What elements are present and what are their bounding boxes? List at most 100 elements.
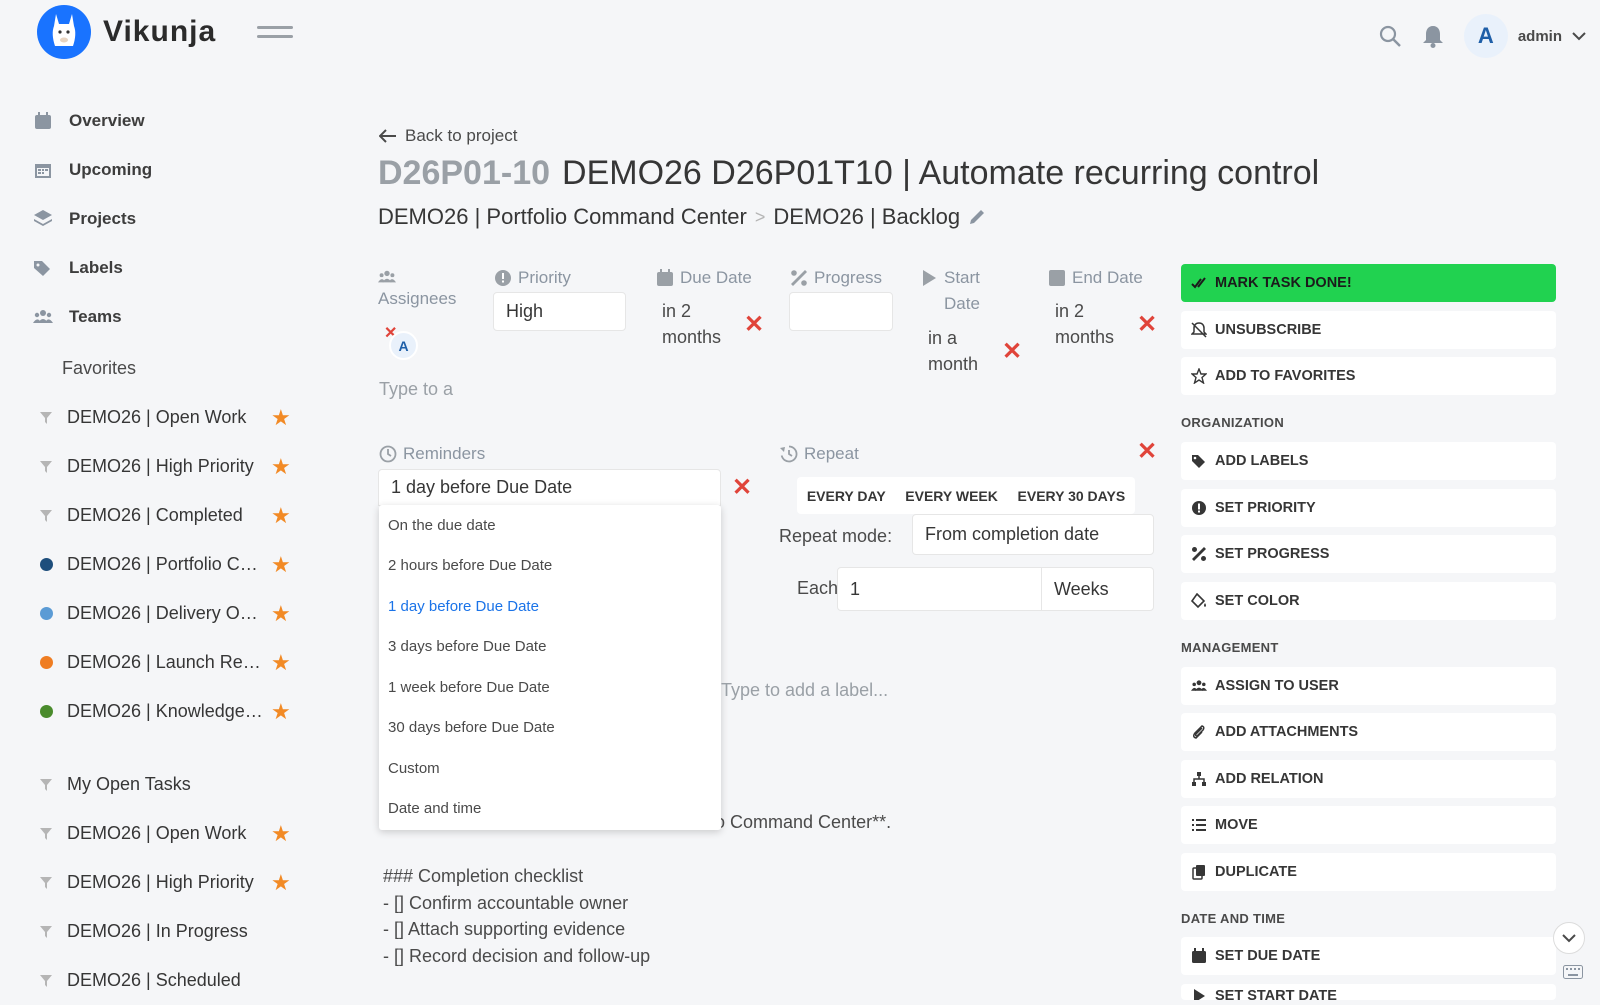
reminder-option[interactable]: 1 day before Due Date: [379, 586, 721, 627]
unsubscribe-button[interactable]: UNSUBSCRIBE: [1181, 311, 1556, 349]
scroll-down-button[interactable]: [1553, 922, 1585, 954]
label-search-input[interactable]: Type to add a label...: [721, 680, 888, 701]
search-icon[interactable]: [1378, 24, 1402, 48]
set-start-date-button[interactable]: SET START DATE: [1181, 984, 1556, 1000]
star-icon[interactable]: ★: [271, 405, 291, 431]
add-relation-button[interactable]: ADD RELATION: [1181, 760, 1556, 798]
breadcrumb-parent-project[interactable]: DEMO26 | Portfolio Command Center: [378, 204, 747, 230]
set-priority-button[interactable]: SET PRIORITY: [1181, 489, 1556, 527]
tags-icon: [34, 260, 50, 276]
star-icon[interactable]: ★: [271, 454, 291, 480]
project-color-dot: [39, 558, 53, 571]
priority-select[interactable]: High: [493, 292, 626, 331]
reminder-option[interactable]: 2 hours before Due Date: [379, 546, 721, 587]
add-labels-button[interactable]: ADD LABELS: [1181, 442, 1556, 480]
sidebar-item-teams[interactable]: Teams: [33, 292, 303, 341]
users-icon: [1191, 680, 1207, 691]
due-date-value[interactable]: in 2 months: [662, 298, 736, 350]
project-color-dot: [39, 558, 53, 572]
sidebar-item-label: DEMO26 | Portfolio Command Center: [67, 554, 263, 574]
sidebar-item-favorite[interactable]: DEMO26 | Launch Readiness ★: [33, 638, 303, 687]
sidebar-item-saved-filter[interactable]: DEMO26 | High Priority ★: [33, 858, 303, 907]
filter-icon: [39, 460, 53, 474]
star-icon[interactable]: ★: [271, 503, 291, 529]
sidebar-item-saved-filter[interactable]: DEMO26 | Scheduled: [33, 956, 303, 1005]
bell-slash-icon: [1191, 322, 1207, 338]
set-progress-button[interactable]: SET PROGRESS: [1181, 535, 1556, 573]
star-icon[interactable]: ★: [271, 821, 291, 847]
arrow-left-icon: [379, 129, 396, 143]
add-to-favorites-button[interactable]: ADD TO FAVORITES: [1181, 357, 1556, 395]
stop-square-icon: [1049, 270, 1065, 286]
sidebar-item-favorite[interactable]: DEMO26 | Completed ★: [33, 491, 303, 540]
clear-start-date-icon[interactable]: ✕: [1002, 340, 1022, 364]
sidebar-item-label: DEMO26 | High Priority: [67, 456, 254, 476]
sidebar-item-saved-filter[interactable]: DEMO26 | Open Work ★: [33, 809, 303, 858]
reminder-option[interactable]: 1 week before Due Date: [379, 667, 721, 708]
project-color-dot: [39, 656, 53, 669]
sidebar-item-favorite[interactable]: DEMO26 | Portfolio Command Center ★: [33, 540, 303, 589]
clear-due-date-icon[interactable]: ✕: [744, 313, 764, 337]
sidebar-item-favorite[interactable]: DEMO26 | Open Work ★: [33, 393, 303, 442]
reminder-select[interactable]: 1 day before Due Date: [378, 469, 721, 506]
user-menu[interactable]: A admin: [1463, 14, 1586, 58]
remove-reminder-icon[interactable]: ✕: [732, 476, 752, 500]
move-button[interactable]: MOVE: [1181, 806, 1556, 844]
description-heading: ### Completion checklist: [383, 866, 584, 886]
keyboard-shortcuts-icon[interactable]: [1563, 965, 1583, 984]
star-icon[interactable]: ★: [271, 870, 291, 896]
description[interactable]: ### Completion checklist - [] Confirm ac…: [383, 863, 650, 969]
reminder-option[interactable]: Custom: [379, 748, 721, 789]
app-logo[interactable]: Vikunja: [37, 5, 216, 59]
mark-task-done-button[interactable]: MARK TASK DONE!: [1181, 264, 1556, 302]
star-icon[interactable]: ★: [271, 699, 291, 725]
reminder-option[interactable]: 30 days before Due Date: [379, 708, 721, 749]
pencil-icon[interactable]: [968, 208, 986, 226]
sitemap-icon: [1192, 772, 1206, 786]
star-icon[interactable]: ★: [271, 601, 291, 627]
sidebar-item-upcoming[interactable]: Upcoming: [33, 145, 303, 194]
play-icon: [1194, 989, 1205, 1000]
start-date-value[interactable]: in a month: [928, 325, 998, 377]
sidebar-item-saved-filter[interactable]: DEMO26 | In Progress: [33, 907, 303, 956]
task-identifier: D26P01-10: [378, 154, 551, 192]
repeat-amount-input[interactable]: 1: [837, 567, 1042, 611]
back-to-project-link[interactable]: Back to project: [379, 126, 517, 146]
repeat-presets: EVERY DAY EVERY WEEK EVERY 30 DAYS: [797, 477, 1135, 514]
clear-repeat-icon[interactable]: ✕: [1137, 440, 1157, 464]
assign-to-user-button[interactable]: ASSIGN TO USER: [1181, 667, 1556, 705]
star-icon[interactable]: ★: [271, 552, 291, 578]
clear-end-date-icon[interactable]: ✕: [1137, 313, 1157, 337]
menu-toggle-icon[interactable]: [257, 26, 293, 44]
assignee-search-input[interactable]: Type to a: [379, 379, 459, 400]
sidebar-item-my-open-tasks[interactable]: My Open Tasks: [33, 760, 303, 809]
repeat-mode-select[interactable]: From completion date: [912, 514, 1154, 555]
reminder-option[interactable]: 3 days before Due Date: [379, 627, 721, 668]
sidebar-item-projects[interactable]: Projects: [33, 194, 303, 243]
end-date-value[interactable]: in 2 months: [1055, 298, 1129, 350]
assignee-chip: ✕ A: [384, 326, 420, 362]
star-icon[interactable]: ★: [271, 650, 291, 676]
repeat-every-30-days-button[interactable]: EVERY 30 DAYS: [1018, 488, 1126, 504]
repeat-every-week-button[interactable]: EVERY WEEK: [905, 488, 998, 504]
sidebar-item-overview[interactable]: Overview: [33, 96, 303, 145]
add-attachments-button[interactable]: ADD ATTACHMENTS: [1181, 713, 1556, 751]
task-title[interactable]: DEMO26 D26P01T10 | Automate recurring co…: [562, 154, 1319, 192]
sidebar-item-label: DEMO26 | High Priority: [67, 872, 254, 892]
sidebar-item-favorite[interactable]: DEMO26 | High Priority ★: [33, 442, 303, 491]
sidebar-item-favorite[interactable]: DEMO26 | Knowledge Base ★: [33, 687, 303, 736]
breadcrumb-project[interactable]: DEMO26 | Backlog: [773, 204, 960, 230]
start-date-heading: Start Date: [920, 265, 1010, 317]
sidebar-item-labels[interactable]: Labels: [33, 243, 303, 292]
percent-icon: [791, 270, 807, 286]
set-due-date-button[interactable]: SET DUE DATE: [1181, 937, 1556, 975]
duplicate-button[interactable]: DUPLICATE: [1181, 853, 1556, 891]
sidebar-item-favorite[interactable]: DEMO26 | Delivery Operations ★: [33, 589, 303, 638]
repeat-every-day-button[interactable]: EVERY DAY: [807, 488, 886, 504]
progress-select[interactable]: [789, 292, 893, 331]
reminder-option[interactable]: Date and time: [379, 789, 721, 830]
repeat-unit-select[interactable]: Weeks: [1041, 567, 1154, 611]
set-color-button[interactable]: SET COLOR: [1181, 582, 1556, 620]
reminder-option[interactable]: On the due date: [379, 505, 721, 546]
bell-icon[interactable]: [1422, 24, 1444, 48]
